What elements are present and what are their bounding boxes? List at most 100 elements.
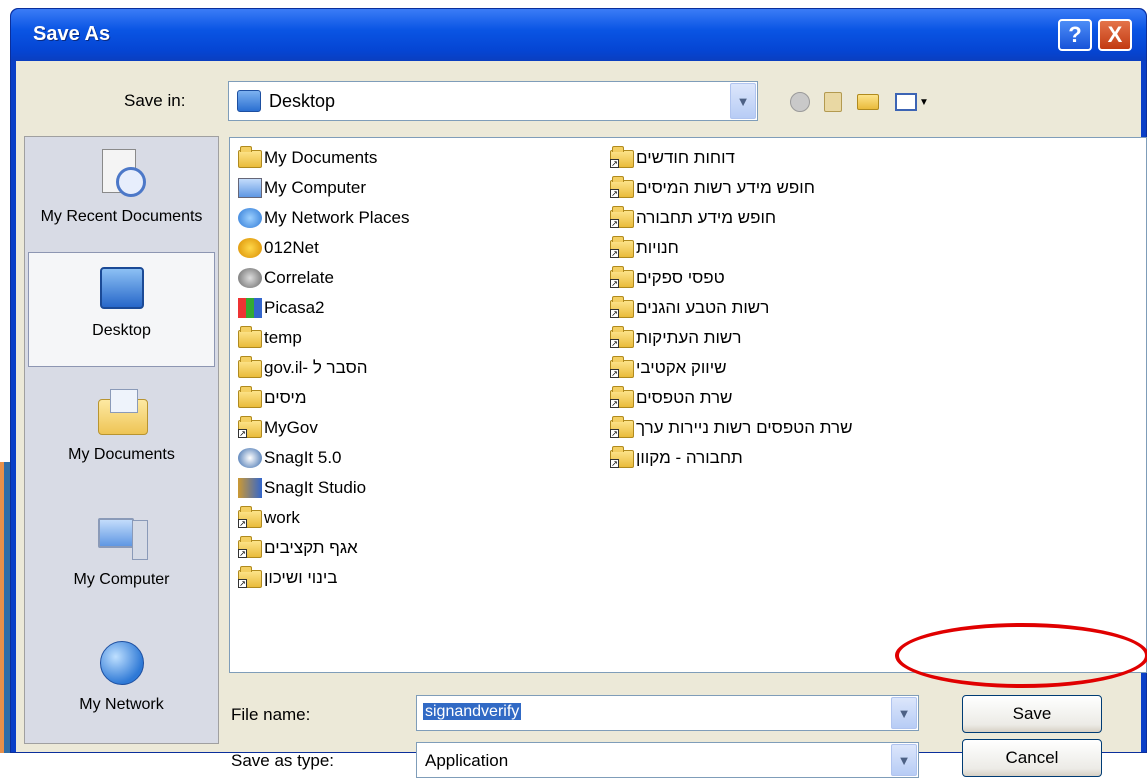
list-item-label: מיסים	[264, 388, 307, 407]
list-item-label: תחבורה - מקוון	[636, 448, 743, 467]
list-item[interactable]: ↗ שיווק אקטיבי	[610, 354, 970, 382]
list-item-label: בינוי ושיכון	[264, 568, 338, 587]
close-icon: X	[1107, 22, 1123, 47]
list-item[interactable]: ↗ טפסי ספקים	[610, 264, 970, 292]
chevron-down-icon[interactable]: ▼	[730, 83, 756, 119]
list-item-label: דוחות חודשים	[636, 148, 735, 167]
app-picasa-icon	[238, 298, 262, 318]
list-item[interactable]: 012Net	[238, 234, 568, 262]
shortcut-folder-icon: ↗	[610, 416, 634, 438]
list-item-label: רשות הטבע והגנים	[636, 298, 770, 317]
list-item[interactable]: My Computer	[238, 174, 568, 202]
shortcut-folder-icon: ↗	[238, 416, 262, 438]
place-my-network[interactable]: My Network	[28, 627, 215, 742]
list-item[interactable]: SnagIt 5.0	[238, 444, 568, 472]
list-item[interactable]: ↗ אגף תקציבים	[238, 534, 568, 562]
save-in-value: Desktop	[269, 91, 336, 111]
list-item-label: My Computer	[264, 178, 367, 197]
save-in-dropdown[interactable]: Desktop ▼	[228, 81, 758, 121]
shortcut-folder-icon: ↗	[610, 146, 634, 168]
network-places-icon	[238, 208, 262, 228]
list-item[interactable]: ↗ חופש מידע תחבורה	[610, 204, 970, 232]
file-name-value-wrap: signandverify	[423, 703, 522, 721]
file-list[interactable]: My Documents My Computer My Network Places…	[229, 137, 1147, 673]
list-item-label: SnagIt Studio	[264, 478, 367, 497]
list-item[interactable]: ↗ רשות העתיקות	[610, 324, 970, 352]
chevron-down-icon[interactable]: ▼	[891, 697, 917, 729]
shortcut-folder-icon: ↗	[610, 266, 634, 288]
list-item-label: שרת הטפסים	[636, 388, 733, 407]
my-documents-icon	[238, 146, 262, 168]
list-item[interactable]: ↗ רשות הטבע והגנים	[610, 294, 970, 322]
list-item-label: שיווק אקטיבי	[636, 358, 727, 377]
recent-documents-icon	[94, 147, 150, 203]
list-item[interactable]: SnagIt Studio	[238, 474, 568, 502]
list-item[interactable]: temp	[238, 324, 568, 352]
desktop-icon	[94, 261, 150, 317]
list-item[interactable]: ↗ חנויות	[610, 234, 970, 262]
up-folder-icon[interactable]	[819, 89, 847, 115]
list-item-label: work	[264, 508, 300, 527]
place-my-computer[interactable]: My Computer	[28, 502, 215, 617]
title-bar[interactable]: Save As ? X	[11, 9, 1146, 61]
shortcut-folder-icon: ↗	[610, 236, 634, 258]
views-menu-icon[interactable]: ▼	[892, 89, 932, 115]
my-documents-icon	[94, 385, 150, 441]
save-in-label: Save in:	[124, 91, 186, 110]
app-snagit-studio-icon	[238, 478, 262, 498]
save-highlight-annotation	[895, 623, 1147, 688]
place-my-documents[interactable]: My Documents	[28, 377, 215, 492]
file-name-input[interactable]: signandverify ▼	[416, 695, 919, 731]
list-item[interactable]: Picasa2	[238, 294, 568, 322]
list-item[interactable]: gov.il- הסבר ל	[238, 354, 568, 382]
shortcut-folder-icon: ↗	[610, 206, 634, 228]
list-item[interactable]: My Network Places	[238, 204, 568, 232]
close-button[interactable]: X	[1098, 19, 1132, 51]
list-item-label: חופש מידע רשות המיסים	[636, 178, 815, 197]
folder-icon	[238, 356, 262, 378]
desktop-icon	[237, 90, 261, 112]
list-item-label: שרת הטפסים רשות ניירות ערך	[636, 418, 853, 437]
list-item-label: אגף תקציבים	[264, 538, 358, 557]
places-bar: My Recent Documents Desktop My Documents	[24, 136, 219, 744]
list-item-label: My Network Places	[264, 208, 410, 227]
shortcut-folder-icon: ↗	[610, 356, 634, 378]
back-icon[interactable]	[786, 89, 814, 115]
shortcut-folder-icon: ↗	[238, 506, 262, 528]
list-item[interactable]: ↗ שרת הטפסים	[610, 384, 970, 412]
list-item-label: SnagIt 5.0	[264, 448, 342, 467]
list-item[interactable]: My Documents	[238, 144, 568, 172]
shortcut-folder-icon: ↗	[610, 446, 634, 468]
list-item[interactable]: מיסים	[238, 384, 568, 412]
save-as-type-dropdown[interactable]: Application ▼	[416, 742, 919, 778]
list-item[interactable]: ↗ MyGov	[238, 414, 568, 442]
folder-icon	[238, 386, 262, 408]
place-my-recent-documents[interactable]: My Recent Documents	[28, 139, 215, 254]
list-item[interactable]: ↗ תחבורה - מקוון	[610, 444, 970, 472]
chevron-down-icon[interactable]: ▼	[891, 744, 917, 776]
shortcut-folder-icon: ↗	[238, 536, 262, 558]
list-item-label: טפסי ספקים	[636, 268, 725, 287]
save-as-type-value: Application	[425, 751, 509, 770]
help-button[interactable]: ?	[1058, 19, 1092, 51]
list-item[interactable]: ↗ חופש מידע רשות המיסים	[610, 174, 970, 202]
app-snagit-icon	[238, 448, 262, 468]
file-name-value: signandverify	[423, 703, 522, 720]
my-computer-icon	[94, 510, 150, 566]
save-as-type-label: Save as type:	[231, 751, 335, 770]
place-desktop[interactable]: Desktop	[28, 252, 215, 367]
new-folder-icon[interactable]	[854, 89, 882, 115]
save-button[interactable]: Save	[962, 695, 1102, 733]
cancel-button[interactable]: Cancel	[962, 739, 1102, 777]
list-item-label: חופש מידע תחבורה	[636, 208, 777, 227]
folder-icon	[238, 326, 262, 348]
list-item[interactable]: ↗ work	[238, 504, 568, 532]
list-item[interactable]: ↗ דוחות חודשים	[610, 144, 970, 172]
list-item-label: temp	[264, 328, 302, 347]
list-item[interactable]: ↗ שרת הטפסים רשות ניירות ערך	[610, 414, 970, 442]
list-item[interactable]: Correlate	[238, 264, 568, 292]
file-name-label: File name:	[231, 705, 311, 724]
list-item-label: 012Net	[264, 238, 319, 257]
list-item[interactable]: ↗ בינוי ושיכון	[238, 564, 568, 592]
background-accent-stripe	[0, 462, 4, 753]
